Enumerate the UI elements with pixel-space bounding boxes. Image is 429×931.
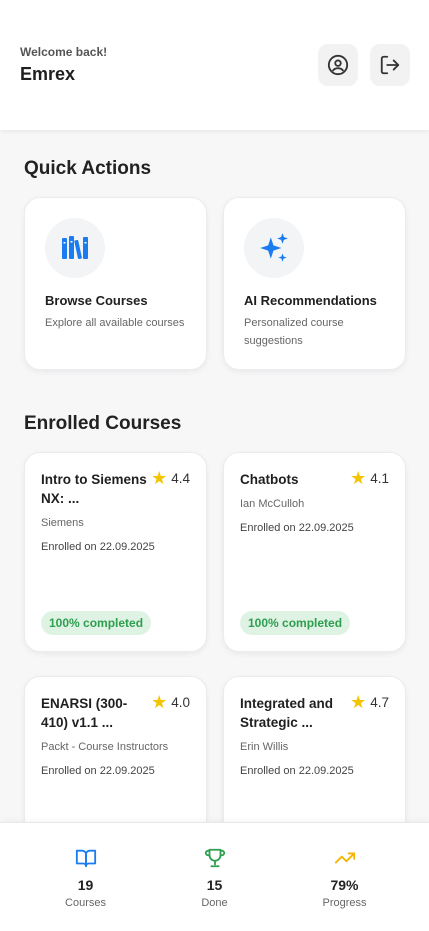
rating-value: 4.1 — [370, 471, 389, 486]
profile-button[interactable] — [318, 44, 358, 86]
sparkles-icon-wrap — [244, 218, 304, 278]
course-author: Erin Willis — [240, 741, 289, 753]
stat-progress[interactable]: 79% Progress — [273, 823, 416, 931]
star-icon: ★ — [350, 468, 367, 488]
course-author: Packt - Course Instructors — [41, 741, 169, 753]
enrolled-courses-title: Enrolled Courses — [24, 413, 182, 434]
stats-bar: 19 Courses 15 Done 79% Progress — [0, 822, 429, 931]
course-title: Intro to Siemens NX: ... — [41, 472, 147, 506]
stat-label: Done — [201, 897, 228, 909]
course-enrolled-date: Enrolled on 22.09.2025 — [41, 765, 155, 777]
completion-badge: 100% completed — [240, 611, 351, 635]
browse-courses-title: Browse Courses — [45, 293, 148, 308]
course-title: Chatbots — [240, 472, 299, 487]
course-rating: ★ 4.4 — [151, 468, 190, 488]
course-card[interactable]: Intro to Siemens NX: ... ★ 4.4 Siemens E… — [24, 452, 207, 652]
stat-value: 79% — [330, 877, 359, 893]
books-icon — [62, 236, 88, 260]
star-icon: ★ — [151, 692, 168, 712]
book-open-icon — [75, 849, 96, 868]
rating-value: 4.0 — [171, 695, 190, 710]
quick-actions-title: Quick Actions — [24, 158, 152, 179]
username: Emrex — [20, 64, 76, 84]
course-rating: ★ 4.0 — [151, 692, 190, 712]
course-author: Ian McCulloh — [240, 498, 305, 510]
course-title: ENARSI (300-410) v1.1 ... — [41, 696, 128, 730]
stat-label: Progress — [322, 897, 367, 909]
stat-value: 19 — [77, 877, 94, 893]
completion-badge: 100% completed — [41, 611, 152, 635]
ai-recommendations-desc: Personalized course suggestions — [244, 317, 344, 347]
course-enrolled-date: Enrolled on 22.09.2025 — [240, 522, 354, 534]
trending-up-icon — [334, 852, 355, 864]
header: Welcome back! Emrex — [0, 0, 429, 130]
logout-button[interactable] — [370, 44, 410, 86]
ai-recommendations-card[interactable]: AI Recommendations Personalized course s… — [223, 197, 406, 370]
course-card[interactable]: Chatbots ★ 4.1 Ian McCulloh Enrolled on … — [223, 452, 406, 652]
course-rating: ★ 4.7 — [350, 692, 389, 712]
stat-done[interactable]: 15 Done — [143, 823, 286, 931]
course-rating: ★ 4.1 — [350, 468, 389, 488]
rating-value: 4.7 — [370, 695, 389, 710]
course-enrolled-date: Enrolled on 22.09.2025 — [41, 541, 155, 553]
stat-courses[interactable]: 19 Courses — [14, 823, 157, 931]
user-circle-icon — [327, 54, 349, 76]
stat-value: 15 — [206, 877, 223, 893]
course-enrolled-date: Enrolled on 22.09.2025 — [240, 765, 354, 777]
trophy-icon — [204, 848, 225, 868]
sparkles-icon — [260, 233, 288, 262]
course-title: Integrated and Strategic ... — [240, 696, 334, 730]
star-icon: ★ — [151, 468, 168, 488]
browse-courses-desc: Explore all available courses — [45, 317, 185, 329]
browse-courses-card[interactable]: Browse Courses Explore all available cou… — [24, 197, 207, 370]
rating-value: 4.4 — [171, 471, 190, 486]
welcome-text: Welcome back! — [20, 45, 108, 59]
logout-icon — [380, 55, 400, 75]
course-author: Siemens — [41, 517, 84, 529]
stat-label: Courses — [65, 897, 106, 909]
star-icon: ★ — [350, 692, 367, 712]
books-icon-wrap — [45, 218, 105, 278]
ai-recommendations-title: AI Recommendations — [244, 293, 377, 308]
